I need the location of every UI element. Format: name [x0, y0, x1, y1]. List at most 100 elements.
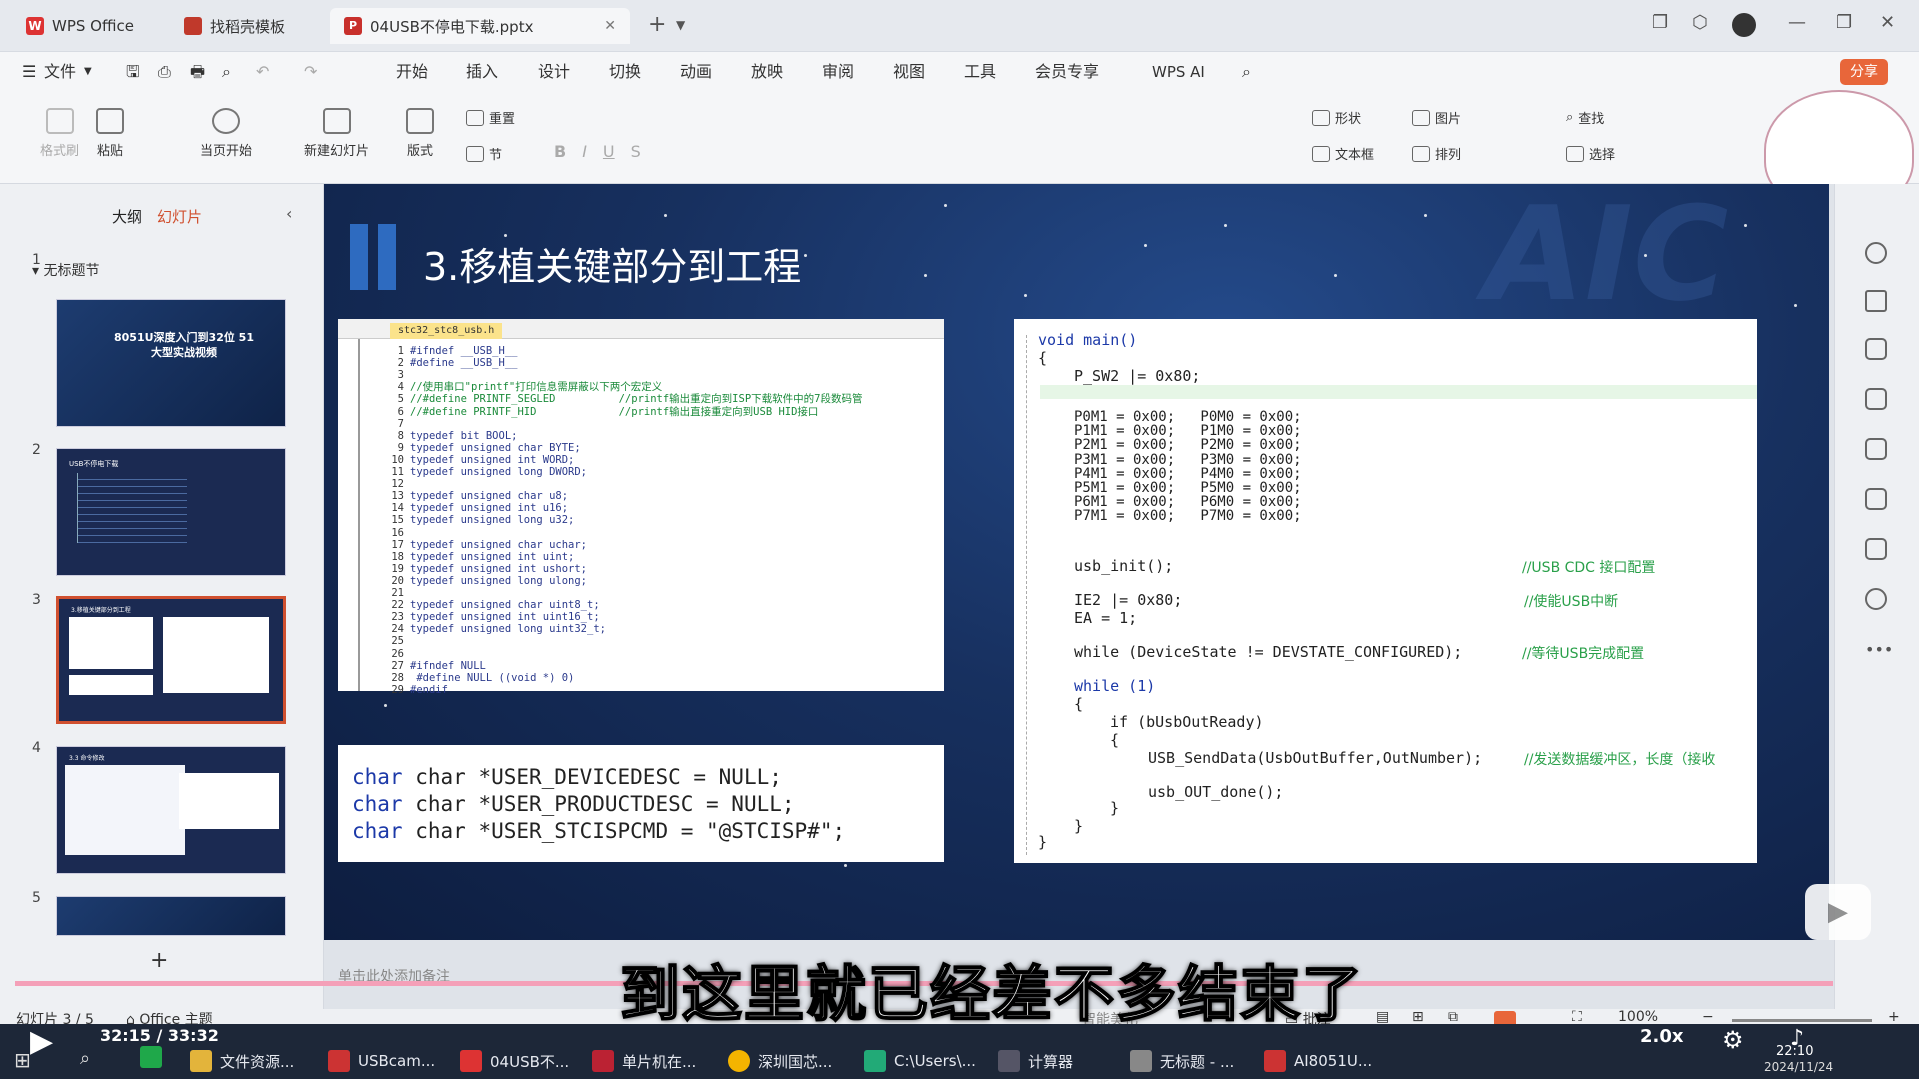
section-header[interactable]: ▾ 无标题节: [32, 260, 99, 280]
picture-button[interactable]: 图片: [1412, 108, 1461, 127]
menu-tools[interactable]: 工具: [964, 52, 996, 92]
avatar[interactable]: [1732, 13, 1756, 37]
add-slide-button[interactable]: +: [150, 948, 168, 973]
play-from-current-button[interactable]: 当页开始: [200, 108, 252, 159]
tools-icon[interactable]: [1865, 388, 1887, 410]
star-icon[interactable]: [1865, 290, 1887, 312]
redo-icon[interactable]: ↷: [304, 52, 317, 92]
tab-wps-office[interactable]: W WPS Office: [12, 8, 148, 44]
find-button[interactable]: ⌕ 查找: [1566, 108, 1604, 127]
format-painter-button[interactable]: 格式刷: [40, 108, 79, 159]
taskbar-item[interactable]: 文件资源...: [190, 1046, 294, 1076]
menu-wps-ai[interactable]: WPS AI: [1152, 52, 1205, 92]
help-icon[interactable]: [1865, 588, 1887, 610]
hamburger-icon[interactable]: ☰: [22, 52, 36, 92]
menu-insert[interactable]: 插入: [466, 52, 498, 92]
reading-view-icon[interactable]: ⧉: [1448, 1009, 1458, 1025]
zoom-in-icon[interactable]: +: [1888, 1009, 1900, 1025]
strike-icon[interactable]: S: [631, 142, 641, 161]
maximize-icon[interactable]: ❐: [1836, 12, 1852, 33]
menu-review[interactable]: 审阅: [822, 52, 854, 92]
arrange-button[interactable]: 排列: [1412, 144, 1461, 163]
reset-button[interactable]: 重置: [466, 108, 515, 127]
select-button[interactable]: 选择: [1566, 144, 1615, 163]
window-layout-icon[interactable]: ❐: [1652, 12, 1668, 33]
taskbar-item[interactable]: 计算器: [998, 1046, 1073, 1076]
paste-button[interactable]: 粘贴: [96, 108, 124, 159]
minimize-icon[interactable]: —: [1788, 12, 1806, 33]
zoom-slider[interactable]: [1732, 1019, 1872, 1022]
menu-view[interactable]: 视图: [893, 52, 925, 92]
more-icon[interactable]: •••: [1865, 640, 1893, 659]
transform-icon[interactable]: [1865, 438, 1887, 460]
tab-template[interactable]: 找稻壳模板: [170, 8, 299, 44]
layout-button[interactable]: 版式: [406, 108, 434, 159]
video-play-icon[interactable]: ▶: [30, 1024, 53, 1059]
menu-home[interactable]: 开始: [396, 52, 428, 92]
search-icon[interactable]: ⌕: [1242, 52, 1251, 92]
menu-animation[interactable]: 动画: [680, 52, 712, 92]
playback-speed[interactable]: 2.0x: [1640, 1026, 1684, 1047]
slide-thumbnail-5[interactable]: [56, 896, 286, 936]
taskbar-item[interactable]: C:\Users\...: [864, 1046, 976, 1076]
chart-icon[interactable]: [1865, 488, 1887, 510]
play-video-icon[interactable]: ▶: [1805, 884, 1871, 940]
menu-design[interactable]: 设计: [538, 52, 570, 92]
chevron-down-icon[interactable]: ▼: [84, 52, 92, 92]
usb-descriptor-code[interactable]: char char *USER_DEVICEDESC = NULL; char …: [338, 745, 944, 862]
new-tab-icon[interactable]: +: [648, 12, 666, 37]
textbox-button[interactable]: 文本框: [1312, 144, 1374, 163]
search-icon[interactable]: ⌕: [80, 1048, 90, 1069]
settings-gear-icon[interactable]: ⚙: [1722, 1026, 1744, 1054]
taskbar-item[interactable]: 深圳国芯...: [728, 1046, 832, 1076]
close-window-icon[interactable]: ✕: [1880, 12, 1895, 33]
taskbar-item[interactable]: 04USB不...: [460, 1046, 569, 1076]
slide-thumbnail-1[interactable]: 8051U深度入门到32位 51大型实战视频: [56, 299, 286, 427]
font-format-group[interactable]: BIUS: [554, 142, 641, 161]
section-button[interactable]: 节: [466, 144, 502, 163]
save-icon[interactable]: 🖫: [126, 52, 140, 92]
export-icon[interactable]: ⎙: [158, 52, 171, 92]
adjust-icon[interactable]: [1865, 242, 1887, 264]
preview-icon[interactable]: ⌕: [222, 52, 231, 92]
shape-button[interactable]: 形状: [1312, 108, 1361, 127]
book-icon[interactable]: [1865, 538, 1887, 560]
grid-view-icon[interactable]: ⊞: [1412, 1009, 1424, 1025]
taskbar-item[interactable]: 单片机在...: [592, 1046, 696, 1076]
italic-icon[interactable]: I: [582, 142, 587, 161]
menu-transition[interactable]: 切换: [609, 52, 641, 92]
taskbar-item[interactable]: AI8051U...: [1264, 1046, 1372, 1076]
menu-slideshow[interactable]: 放映: [751, 52, 783, 92]
new-slide-button[interactable]: 新建幻灯片: [304, 108, 369, 159]
slide-thumbnail-4[interactable]: 3.3 命令修改: [56, 746, 286, 874]
undo-icon[interactable]: ↶: [256, 52, 269, 92]
taskbar-item[interactable]: 无标题 - ...: [1130, 1046, 1234, 1076]
cube-icon[interactable]: ⬡: [1692, 12, 1708, 33]
share-button[interactable]: 分享: [1840, 59, 1888, 85]
bold-icon[interactable]: B: [554, 142, 566, 161]
menu-file[interactable]: 文件: [44, 52, 76, 92]
main-code-image[interactable]: void main() { P_SW2 |= 0x80; P0M1 = 0x00…: [1014, 319, 1757, 863]
fit-window-icon[interactable]: ⛶: [1572, 1009, 1582, 1025]
windows-start-icon[interactable]: ⊞: [14, 1048, 31, 1072]
zoom-level[interactable]: 100%: [1618, 1009, 1658, 1025]
copy-icon[interactable]: [1865, 338, 1887, 360]
slide-title[interactable]: 3.移植关键部分到工程: [423, 236, 801, 291]
underline-icon[interactable]: U: [603, 142, 615, 161]
play-icon: [212, 108, 240, 134]
collapse-panel-icon[interactable]: ‹: [286, 204, 292, 223]
menu-member[interactable]: 会员专享: [1035, 52, 1099, 92]
taskbar-item[interactable]: USBcam...: [328, 1046, 435, 1076]
slide-thumbnail-2[interactable]: USB不停电下载: [56, 448, 286, 576]
tab-dropdown-icon[interactable]: ▼: [676, 18, 685, 32]
normal-view-icon[interactable]: ▤: [1376, 1009, 1389, 1025]
outline-tab[interactable]: 大纲: [112, 206, 142, 227]
slides-tab[interactable]: 幻灯片: [157, 206, 202, 227]
wechat-icon[interactable]: [140, 1046, 162, 1068]
print-icon[interactable]: 🖶: [190, 52, 205, 92]
zoom-out-icon[interactable]: −: [1702, 1009, 1714, 1025]
slide-thumbnail-3[interactable]: 3.移植关键部分到工程: [56, 596, 286, 724]
tab-close-icon[interactable]: ✕: [604, 18, 616, 34]
header-code-image[interactable]: stc32_stc8_usb.h 1 #ifndef __USB_H__ 2 #def…: [338, 319, 944, 696]
tab-pptx[interactable]: P 04USB不停电下载.pptx ✕: [330, 8, 630, 44]
